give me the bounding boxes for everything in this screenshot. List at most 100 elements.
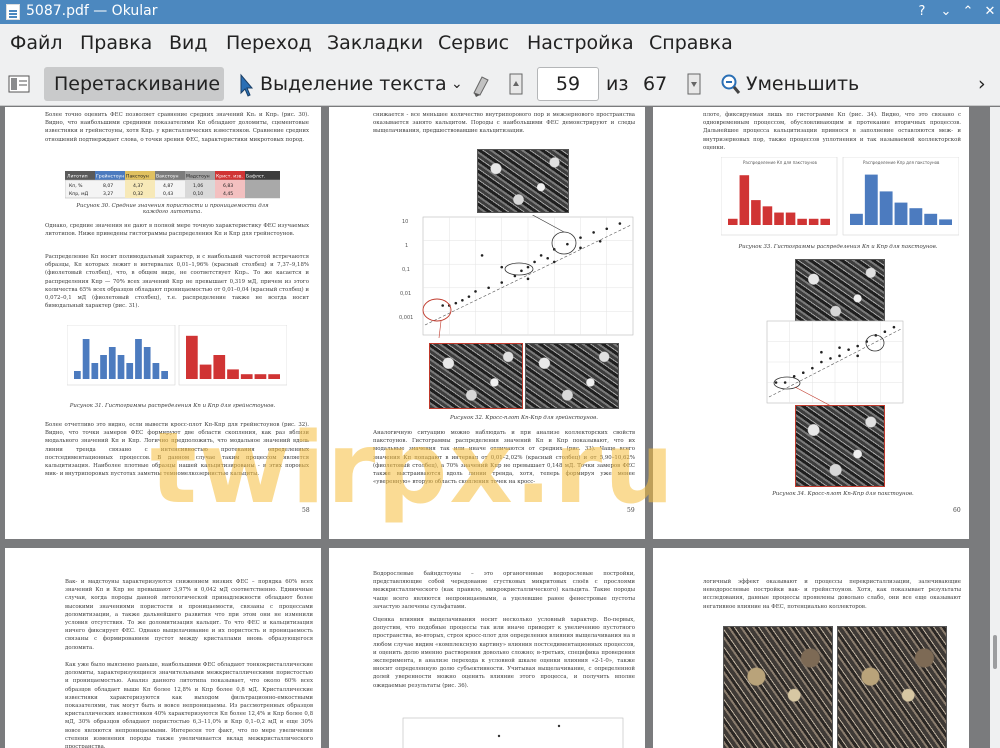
histogram-bar	[850, 213, 863, 225]
document-page-59: снижается - все меньшее количество внутр…	[329, 107, 645, 539]
page-number: 58	[302, 507, 310, 514]
help-button[interactable]: ?	[912, 2, 932, 22]
scatter-point	[856, 354, 859, 358]
table-cell: Кпр, мД	[69, 191, 89, 197]
menu-view[interactable]: Вид	[169, 32, 208, 54]
document-viewport[interactable]: Более точно оценить ФЕС позволяет сравне…	[0, 107, 990, 748]
histogram-bar	[879, 191, 893, 225]
menu-help[interactable]: Справка	[649, 32, 733, 54]
page-text: Водорослевые байндстоуны – это органоген…	[373, 571, 635, 610]
page-text: Как уже было выяснено раньше, наибольшим…	[65, 662, 313, 748]
table-cell: 0,32	[133, 191, 143, 197]
title-bar: 5087.pdf — Okular ? ⌄ ⌃ ✕	[0, 0, 1000, 24]
close-button[interactable]: ✕	[980, 2, 1000, 22]
toolbar-overflow-icon[interactable]: ›	[978, 67, 986, 101]
grainstone-crossplot: 10 1 0,1 0,01 0,001	[399, 215, 634, 339]
histogram-bar	[739, 175, 750, 225]
scatter-point	[474, 290, 477, 293]
scatter-point	[792, 375, 796, 378]
table-header: Пакстоун	[126, 174, 149, 180]
zoom-out-icon	[720, 67, 742, 101]
menu-tools[interactable]: Сервис	[438, 32, 509, 54]
document-page-62: Водорослевые байндстоуны – это органоген…	[329, 548, 645, 748]
scatter-point	[461, 299, 464, 302]
menu-file[interactable]: Файл	[10, 32, 63, 54]
histogram-bar	[864, 174, 878, 225]
packstone-histograms: Распределение Кп для пакстоунов Распреде…	[721, 157, 959, 236]
scatter-point	[783, 381, 787, 384]
scatter-point	[546, 256, 549, 260]
scrollbar-thumb[interactable]	[993, 635, 997, 669]
scatter-point	[566, 242, 569, 246]
table-cell: 0,10	[193, 191, 203, 197]
sidebar-toggle-icon[interactable]	[8, 67, 32, 101]
histogram-bar	[91, 363, 99, 379]
browse-tool-button[interactable]: Перетаскивание	[44, 67, 224, 101]
histogram-bar	[894, 202, 908, 225]
page-text: плоте, фиксируемая лишь по гистограмме К…	[703, 112, 961, 151]
histogram-bar	[774, 212, 784, 225]
figure-caption: Рисунок 31. Гистограммы распределения Кп…	[69, 403, 276, 409]
table-cell: 3,27	[103, 191, 113, 197]
scatter-point	[838, 346, 841, 349]
histogram-bar	[135, 339, 142, 379]
scatter-point	[829, 357, 832, 360]
previous-page-icon[interactable]	[506, 67, 528, 101]
histogram-bar	[108, 347, 116, 379]
chart-title: Распределение Кп для пакстоунов	[743, 160, 817, 165]
main-toolbar: Перетаскивание Выделение текста ⌄ из 67 …	[0, 62, 1000, 106]
menu-edit[interactable]: Правка	[80, 32, 152, 54]
table-cell: 6,83	[223, 183, 233, 189]
histogram-bar	[199, 364, 212, 379]
table-cell: 4,45	[223, 191, 233, 197]
page-text: Распределение Кп носит полимодальный хар…	[45, 254, 309, 310]
scatter-point	[847, 348, 850, 351]
scatter-point	[487, 286, 490, 290]
scatter-point	[454, 301, 458, 305]
scatter-point	[820, 360, 823, 364]
zoom-out-button[interactable]: Уменьшить	[746, 67, 859, 101]
menu-bookmarks[interactable]: Закладки	[327, 32, 423, 54]
document-page-63: логичный эффект оказывают и процессы пер…	[653, 548, 969, 748]
scatter-point	[526, 277, 530, 281]
histogram-bar	[152, 363, 160, 379]
highlighter-icon[interactable]	[470, 67, 494, 101]
scatter-point	[526, 265, 530, 269]
minimize-button[interactable]: ⌄	[936, 2, 956, 22]
page-number-input[interactable]	[537, 67, 599, 101]
menu-go[interactable]: Переход	[226, 32, 312, 54]
table-cell: 0,43	[163, 191, 173, 197]
histogram-bar	[117, 355, 125, 379]
menu-settings[interactable]: Настройка	[527, 32, 634, 54]
next-page-icon[interactable]	[684, 67, 706, 101]
text-selection-tool-button[interactable]: Выделение текста	[260, 67, 447, 101]
histogram-bar	[762, 206, 773, 225]
table-header: Мадстоун	[186, 174, 210, 180]
scatter-point	[500, 265, 504, 269]
histogram-bar	[785, 212, 796, 225]
histogram-bar	[227, 369, 239, 379]
vertical-scrollbar[interactable]	[990, 107, 1000, 748]
chevron-down-icon[interactable]: ⌄	[451, 67, 463, 101]
scatter-point	[592, 231, 595, 234]
page-text: снижается - все меньшее количество внутр…	[373, 112, 635, 135]
table-header: Бафлст.	[246, 174, 266, 180]
histogram-bar	[143, 347, 151, 379]
page-text: Оценка влияния выщелачивания носит неско…	[373, 617, 635, 689]
table-cell: 4,37	[133, 183, 143, 189]
page-number: 59	[627, 507, 635, 514]
axis-tick-label: 0,1	[402, 267, 410, 273]
axis-tick-label: 10	[402, 219, 408, 225]
table-cell: Кп, %	[69, 183, 83, 189]
page-number: 60	[953, 507, 961, 514]
axis-tick-label: 1	[405, 243, 408, 249]
scatter-point	[774, 381, 778, 384]
scatter-point	[892, 325, 896, 329]
scatter-point	[605, 227, 609, 231]
axis-tick-label: 0,01	[400, 291, 411, 297]
scatter-point	[883, 330, 887, 334]
maximize-button[interactable]: ⌃	[958, 2, 978, 22]
histogram-bar	[240, 374, 253, 379]
grainstone-histograms	[67, 325, 287, 386]
page-text: Однако, средние значения не дают в полно…	[45, 223, 309, 238]
